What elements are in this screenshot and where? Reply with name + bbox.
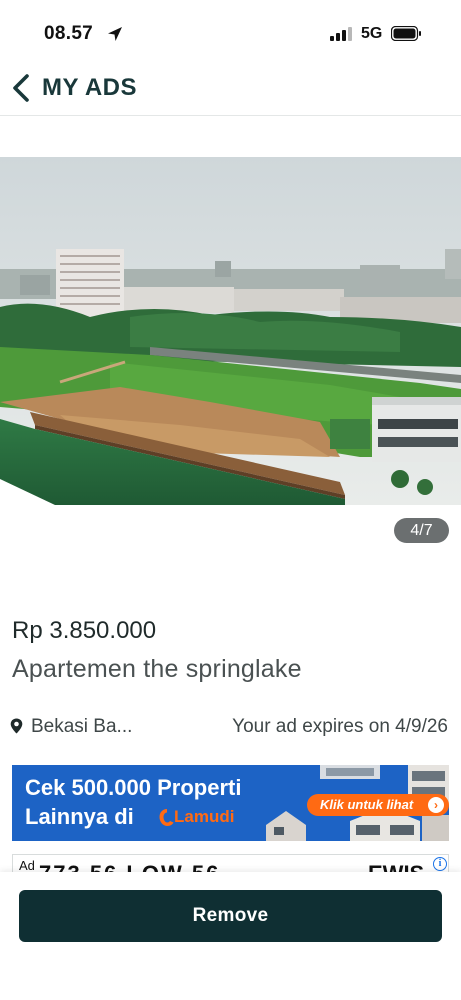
- chevron-left-icon[interactable]: [10, 72, 32, 104]
- ad-headline: Cek 500.000 Properti: [25, 775, 242, 800]
- location-text: Bekasi Ba...: [31, 716, 133, 737]
- info-icon[interactable]: i: [433, 857, 447, 871]
- status-time: 08.57: [44, 23, 94, 44]
- ad-strip-text: 773 56 LOW 56: [39, 861, 220, 872]
- chevron-right-icon: ›: [428, 797, 444, 813]
- listing-photo[interactable]: [0, 157, 461, 505]
- signal-bars-icon: [330, 27, 352, 41]
- ad-expiry-text: Your ad expires on 4/9/26: [232, 716, 448, 737]
- remove-button[interactable]: Remove: [19, 890, 442, 942]
- listing-title: Apartemen the springlake: [12, 655, 302, 683]
- ad-label: Ad: [19, 858, 35, 872]
- map-pin-icon: [10, 718, 23, 734]
- app-header: MY ADS: [0, 62, 461, 116]
- listing-photo-image: [0, 157, 461, 505]
- photo-counter: 4/7: [394, 518, 449, 543]
- status-bar: 08.57 5G: [0, 0, 461, 62]
- listing-price: Rp 3.850.000: [12, 617, 157, 644]
- location-arrow-icon: [108, 27, 122, 41]
- ad-subheadline: Lainnya di: [25, 804, 134, 829]
- page-title: MY ADS: [42, 74, 138, 101]
- battery-icon: [391, 26, 421, 41]
- ad-strip-text-right: EWIS: [368, 861, 424, 872]
- ad-cta-button[interactable]: Klik untuk lihat ›: [307, 794, 449, 816]
- ad-banner[interactable]: Cek 500.000 Properti Lainnya di Lamudi K…: [12, 765, 449, 841]
- ad-cta-label: Klik untuk lihat: [320, 797, 414, 812]
- network-label: 5G: [361, 25, 383, 42]
- ad-strip[interactable]: Ad 773 56 LOW 56 EWIS i: [12, 854, 449, 872]
- ad-brand: Lamudi: [174, 807, 235, 826]
- bottom-action-bar: Remove: [0, 872, 461, 1000]
